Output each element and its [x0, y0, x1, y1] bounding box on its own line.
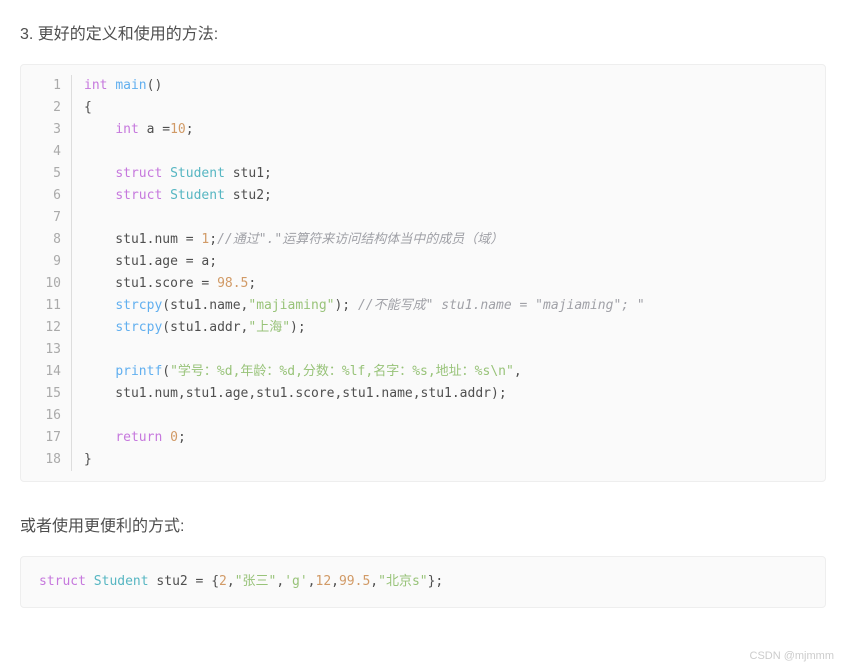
code-line: 7	[21, 207, 825, 229]
code-line: 12 strcpy(stu1.addr,"上海");	[21, 317, 825, 339]
line-number: 11	[21, 295, 72, 317]
code-line: 16	[21, 405, 825, 427]
code-content: int main()	[72, 75, 162, 97]
line-number: 5	[21, 163, 72, 185]
code-content: stu1.num,stu1.age,stu1.score,stu1.name,s…	[72, 383, 507, 405]
code-content	[72, 339, 84, 361]
code-content	[72, 141, 84, 163]
line-number: 12	[21, 317, 72, 339]
code-line: 1int main()	[21, 75, 825, 97]
line-number: 15	[21, 383, 72, 405]
line-number: 4	[21, 141, 72, 163]
line-number: 17	[21, 427, 72, 449]
code-content: stu1.score = 98.5;	[72, 273, 256, 295]
code-line: 10 stu1.score = 98.5;	[21, 273, 825, 295]
line-number: 16	[21, 405, 72, 427]
code-line: 5 struct Student stu1;	[21, 163, 825, 185]
code-line: 11 strcpy(stu1.name,"majiaming"); //不能写成…	[21, 295, 825, 317]
code-content: strcpy(stu1.addr,"上海");	[72, 317, 306, 339]
line-number: 10	[21, 273, 72, 295]
line-number: 14	[21, 361, 72, 383]
code-content	[72, 207, 84, 229]
code-content: }	[72, 449, 92, 471]
code-line: 4	[21, 141, 825, 163]
watermark: CSDN @mjmmm	[750, 650, 835, 662]
line-number: 6	[21, 185, 72, 207]
code-content	[72, 405, 84, 427]
line-number: 13	[21, 339, 72, 361]
code-line: struct Student stu2 = {2,"张三",'g',12,99.…	[39, 571, 807, 593]
code-line: 17 return 0;	[21, 427, 825, 449]
sub-text: 或者使用更便利的方式:	[20, 512, 826, 536]
code-content: stu1.num = 1;//通过"."运算符来访问结构体当中的成员（域）	[72, 229, 503, 251]
line-number: 8	[21, 229, 72, 251]
code-line: 18}	[21, 449, 825, 471]
line-number: 18	[21, 449, 72, 471]
code-line: 15 stu1.num,stu1.age,stu1.score,stu1.nam…	[21, 383, 825, 405]
code-line: 9 stu1.age = a;	[21, 251, 825, 273]
line-number: 1	[21, 75, 72, 97]
line-number: 3	[21, 119, 72, 141]
code-block-1: 1int main()2{3 int a =10;45 struct Stude…	[20, 64, 826, 482]
code-content: int a =10;	[72, 119, 194, 141]
code-line: 6 struct Student stu2;	[21, 185, 825, 207]
code-line: 13	[21, 339, 825, 361]
line-number: 7	[21, 207, 72, 229]
line-number: 9	[21, 251, 72, 273]
section-heading: 3. 更好的定义和使用的方法:	[20, 20, 826, 44]
line-number: 2	[21, 97, 72, 119]
code-line: 8 stu1.num = 1;//通过"."运算符来访问结构体当中的成员（域）	[21, 229, 825, 251]
code-line: 14 printf("学号：%d,年龄：%d,分数：%lf,名字：%s,地址：%…	[21, 361, 825, 383]
code-content: strcpy(stu1.name,"majiaming"); //不能写成" s…	[72, 295, 645, 317]
code-content: {	[72, 97, 92, 119]
code-line: 2{	[21, 97, 825, 119]
code-content: struct Student stu2 = {2,"张三",'g',12,99.…	[39, 571, 443, 593]
code-content: stu1.age = a;	[72, 251, 217, 273]
code-block-2: struct Student stu2 = {2,"张三",'g',12,99.…	[20, 556, 826, 608]
code-content: struct Student stu1;	[72, 163, 272, 185]
code-content: struct Student stu2;	[72, 185, 272, 207]
code-content: printf("学号：%d,年龄：%d,分数：%lf,名字：%s,地址：%s\n…	[72, 361, 522, 383]
code-content: return 0;	[72, 427, 186, 449]
code-line: 3 int a =10;	[21, 119, 825, 141]
